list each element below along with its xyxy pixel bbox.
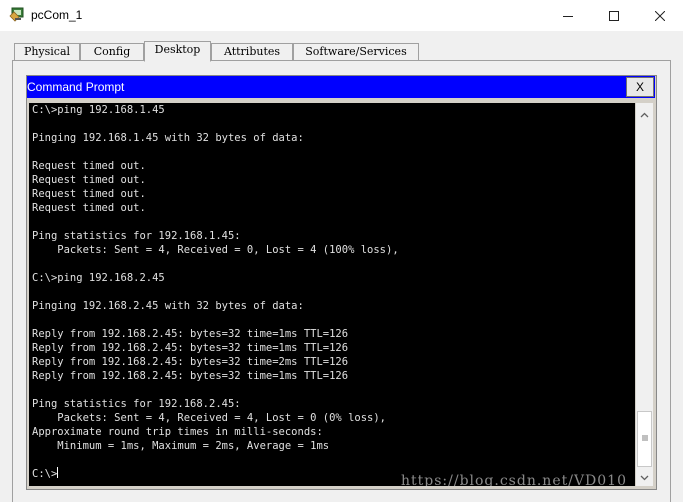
terminal-line: Approximate round trip times in milli-se… [32,426,323,438]
tab-label: Software/Services [305,45,407,58]
arrow-up-icon [640,112,649,117]
terminal-line: Reply from 192.168.2.45: bytes=32 time=1… [32,342,349,354]
watermark: https://blog.csdn.net/VD010 [401,473,628,489]
terminal-line: Request timed out. [32,160,146,172]
terminal-line: C:\> [32,467,59,480]
terminal-line: Minimum = 1ms, Maximum = 2ms, Average = … [32,440,330,452]
tab-label: Attributes [223,45,281,58]
tab-label: Config [93,45,131,58]
close-icon [655,10,665,21]
minimize-button[interactable] [545,0,591,31]
terminal-line: Pinging 192.168.2.45 with 32 bytes of da… [32,300,304,312]
tab-config[interactable]: Config [80,43,144,61]
terminal-scrollbar[interactable] [636,103,653,486]
terminal-line: C:\>ping 192.168.1.45 [32,104,165,116]
close-window-button[interactable] [637,0,683,31]
terminal-output[interactable]: C:\>ping 192.168.1.45 Pinging 192.168.1.4… [29,103,635,486]
command-prompt-close-button[interactable]: X [626,77,654,97]
packet-tracer-pc-icon [9,7,25,23]
maximize-icon [609,10,619,21]
scroll-down-button[interactable] [636,469,653,486]
terminal-line: Reply from 192.168.2.45: bytes=32 time=2… [32,356,349,368]
close-icon: X [635,80,644,94]
terminal-line: Request timed out. [32,188,146,200]
command-prompt-title: Command Prompt [27,80,125,94]
tab-attributes[interactable]: Attributes [211,43,293,61]
window-side-right [671,61,683,502]
tab-desktop[interactable]: Desktop [144,41,211,62]
tab-label: Physical [23,45,71,58]
tab-strip: Physical Config Desktop Attributes Softw… [0,31,683,62]
terminal-line: Pinging 192.168.1.45 with 32 bytes of da… [32,132,304,144]
terminal-line: Packets: Sent = 4, Received = 0, Lost = … [32,244,399,256]
tab-software-services[interactable]: Software/Services [293,43,419,61]
text-cursor [57,467,59,478]
terminal-line: Packets: Sent = 4, Received = 4, Lost = … [32,412,387,424]
window-title-bar[interactable]: pcCom_1 [0,0,683,31]
arrow-down-icon [640,475,649,480]
tab-physical[interactable]: Physical [14,43,80,61]
window-title: pcCom_1 [31,8,83,22]
maximize-button[interactable] [591,0,637,31]
terminal-line: Request timed out. [32,174,146,186]
terminal-line: Ping statistics for 192.168.2.45: [32,398,241,410]
terminal-lines: C:\>ping 192.168.1.45 Pinging 192.168.1.4… [32,103,399,481]
terminal-line: C:\>ping 192.168.2.45 [32,272,165,284]
window-side-left [0,61,12,502]
terminal-line: Reply from 192.168.2.45: bytes=32 time=1… [32,328,349,340]
terminal-line: Ping statistics for 192.168.1.45: [32,230,241,242]
minimize-icon [563,15,573,17]
scroll-up-button[interactable] [636,106,653,123]
terminal-line: Reply from 192.168.2.45: bytes=32 time=1… [32,370,349,382]
scroll-thumb[interactable] [637,411,652,467]
tab-label: Desktop [154,43,201,56]
terminal-line: Request timed out. [32,202,146,214]
